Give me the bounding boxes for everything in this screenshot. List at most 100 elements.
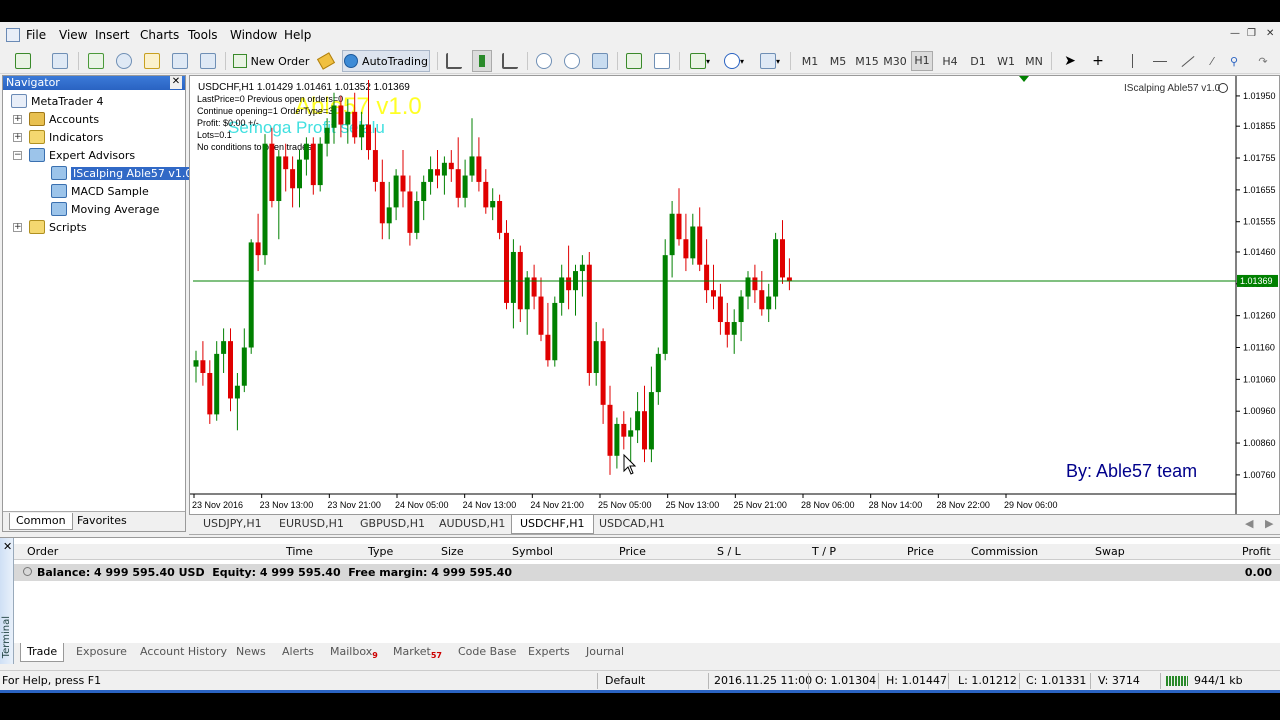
menu-help[interactable]: Help (284, 28, 311, 42)
scroll-left-icon[interactable]: ◀ (1245, 517, 1253, 530)
candle-body (241, 347, 247, 386)
tab-alerts[interactable]: Alerts (282, 645, 314, 658)
col-swap[interactable]: Swap (1095, 545, 1125, 558)
arrows-icon[interactable]: ↷ (1252, 50, 1274, 72)
scroll-right-icon[interactable]: ▶ (1265, 517, 1273, 530)
periods-dropdown-icon[interactable]: ▾ (720, 50, 748, 72)
tab-account-history[interactable]: Account History (140, 645, 227, 658)
tab-eurusd[interactable]: EURUSD,H1 (279, 517, 344, 530)
collapse-icon[interactable]: − (13, 151, 22, 160)
navigator-close-icon[interactable]: ✕ (170, 76, 182, 89)
new-order-button[interactable]: New Order (232, 50, 310, 72)
tab-market-label: Market (393, 645, 431, 658)
new-chart-icon[interactable] (8, 50, 38, 72)
timeframe-m30[interactable]: M30 (883, 55, 907, 68)
menu-tools[interactable]: Tools (188, 28, 218, 42)
navigator-icon[interactable] (142, 50, 162, 72)
timeframe-h4[interactable]: H4 (939, 55, 961, 68)
profiles-icon[interactable] (46, 50, 74, 72)
col-tp[interactable]: T / P (812, 545, 836, 558)
tab-usdchf[interactable]: USDCHF,H1 (511, 515, 594, 534)
tab-favorites[interactable]: Favorites (71, 513, 133, 530)
tab-news[interactable]: News (236, 645, 266, 658)
tab-gbpusd[interactable]: GBPUSD,H1 (360, 517, 425, 530)
col-price[interactable]: Price (619, 545, 646, 558)
tree-item-accounts[interactable]: Accounts (29, 110, 99, 128)
data-window-icon[interactable] (114, 50, 134, 72)
chart-shift-icon[interactable] (652, 50, 672, 72)
menu-view[interactable]: View (59, 28, 87, 42)
candlestick-chart[interactable]: USDCHF,H1 1.01429 1.01461 1.01352 1.0136… (190, 76, 1279, 514)
tab-experts[interactable]: Experts (528, 645, 570, 658)
trendline-icon[interactable] (1178, 50, 1198, 72)
indicators-dropdown-icon[interactable]: ▾ (686, 50, 714, 72)
cursor-icon[interactable]: ➤ (1060, 50, 1080, 72)
zoom-out-icon[interactable] (562, 50, 582, 72)
tab-usdcad[interactable]: USDCAD,H1 (599, 517, 665, 530)
autotrading-button[interactable]: AutoTrading (342, 50, 430, 72)
tree-item-root[interactable]: MetaTrader 4 (11, 92, 103, 110)
col-commission[interactable]: Commission (971, 545, 1038, 558)
menu-insert[interactable]: Insert (95, 28, 129, 42)
tree-item-scripts[interactable]: Scripts (29, 218, 87, 236)
timeframe-w1[interactable]: W1 (995, 55, 1017, 68)
tree-item-expert-advisors[interactable]: Expert Advisors (29, 146, 135, 164)
templates-dropdown-icon[interactable]: ▾ (756, 50, 784, 72)
tree-item-indicators[interactable]: Indicators (29, 128, 103, 146)
col-type[interactable]: Type (368, 545, 393, 558)
mdi-close-icon[interactable]: ✕ (1266, 28, 1274, 39)
market-watch-icon[interactable] (86, 50, 106, 72)
tab-code-base[interactable]: Code Base (458, 645, 516, 658)
expand-icon[interactable]: + (13, 115, 22, 124)
balance-row[interactable]: Balance: 4 999 595.40 USD Equity: 4 999 … (14, 564, 1280, 581)
timeframe-h1[interactable]: H1 (911, 51, 933, 71)
timeframe-m5[interactable]: M5 (827, 55, 849, 68)
tab-usdjpy[interactable]: USDJPY,H1 (203, 517, 262, 530)
tree-item-expert-iscalping[interactable]: IScalping Able57 v1.0 (51, 164, 195, 182)
tab-common[interactable]: Common (9, 513, 73, 530)
text-tool-icon[interactable]: ⚲ (1224, 50, 1244, 72)
tree-item-expert-moving-average[interactable]: Moving Average (51, 200, 159, 218)
chart-window[interactable]: USDCHF,H1 1.01429 1.01461 1.01352 1.0136… (189, 75, 1280, 515)
col-time[interactable]: Time (286, 545, 313, 558)
col-sl[interactable]: S / L (717, 545, 741, 558)
col-order[interactable]: Order (27, 545, 58, 558)
col-profit[interactable]: Profit (1242, 545, 1271, 558)
tile-windows-icon[interactable] (590, 50, 610, 72)
mdi-restore-icon[interactable]: ❐ (1247, 28, 1256, 39)
tree-item-expert-macd[interactable]: MACD Sample (51, 182, 149, 200)
tab-market[interactable]: Market57 (393, 645, 442, 660)
menu-window[interactable]: Window (230, 28, 277, 42)
tab-exposure[interactable]: Exposure (76, 645, 127, 658)
line-chart-icon[interactable] (500, 50, 520, 72)
timeframe-m15[interactable]: M15 (855, 55, 879, 68)
vertical-line-icon[interactable] (1122, 50, 1142, 72)
horizontal-line-icon[interactable] (1150, 50, 1170, 72)
tab-journal[interactable]: Journal (586, 645, 624, 658)
menu-file[interactable]: File (26, 28, 46, 42)
crosshair-icon[interactable]: + (1088, 50, 1108, 72)
col-price-current[interactable]: Price (907, 545, 934, 558)
status-profile[interactable]: Default (605, 674, 645, 687)
metaeditor-icon[interactable] (316, 50, 336, 72)
candlesticks-icon[interactable] (472, 50, 492, 72)
expand-icon[interactable]: + (13, 133, 22, 142)
tab-mailbox[interactable]: Mailbox9 (330, 645, 378, 660)
tab-trade[interactable]: Trade (20, 643, 65, 662)
timeframe-d1[interactable]: D1 (967, 55, 989, 68)
timeframe-m1[interactable]: M1 (799, 55, 821, 68)
autoscroll-icon[interactable] (624, 50, 644, 72)
terminal-close-icon[interactable]: ✕ (3, 540, 12, 553)
zoom-in-icon[interactable] (534, 50, 554, 72)
fibonacci-icon[interactable]: ⁄ (1202, 50, 1222, 72)
col-size[interactable]: Size (441, 545, 464, 558)
terminal-icon[interactable] (170, 50, 190, 72)
tab-audusd[interactable]: AUDUSD,H1 (439, 517, 505, 530)
strategy-tester-icon[interactable] (198, 50, 218, 72)
menu-charts[interactable]: Charts (140, 28, 179, 42)
expand-icon[interactable]: + (13, 223, 22, 232)
col-symbol[interactable]: Symbol (512, 545, 553, 558)
mdi-minimize-icon[interactable]: — (1230, 28, 1240, 39)
timeframe-mn[interactable]: MN (1023, 55, 1045, 68)
bar-chart-icon[interactable] (444, 50, 464, 72)
